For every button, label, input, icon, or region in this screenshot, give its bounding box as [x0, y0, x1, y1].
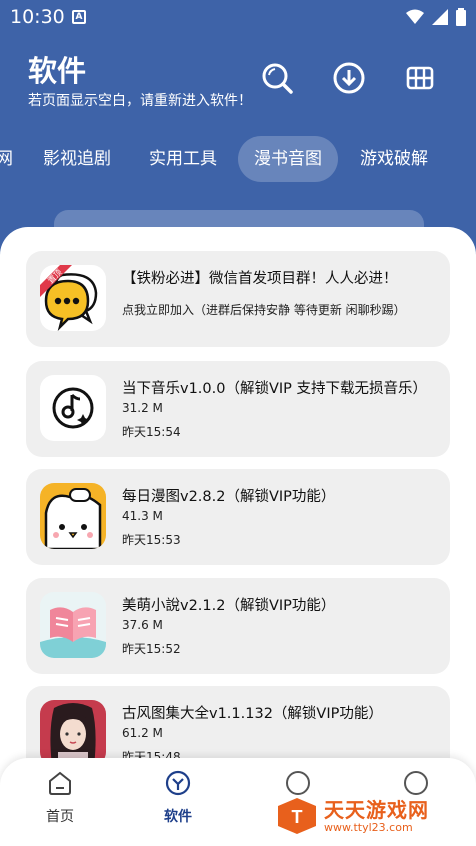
app-card[interactable]: 每日漫图v2.8.2（解锁VIP功能） 41.3 M 昨天15:53 — [26, 469, 450, 565]
app-list-panel: 置顶 【铁粉必进】微信首发项目群！人人必进！ 点我立即加入（进群后保持安静 等待… — [0, 227, 476, 846]
app-date: 昨天15:53 — [122, 533, 181, 547]
chat-app-icon: 置顶 — [40, 265, 106, 331]
grid-icon — [406, 66, 434, 90]
search-icon — [262, 63, 293, 94]
watermark-logo-icon: T — [278, 798, 316, 834]
music-note-icon — [40, 375, 106, 441]
status-bar: 10:30 A — [0, 0, 476, 34]
nav-software[interactable]: 软件 — [138, 770, 218, 826]
open-book-icon — [40, 592, 106, 658]
download-icon — [333, 62, 365, 94]
home-icon — [49, 771, 71, 795]
app-date: 昨天15:54 — [122, 425, 181, 439]
status-time: 10:30 — [10, 6, 65, 28]
app-date: 昨天15:52 — [122, 642, 181, 656]
pinned-group-card[interactable]: 置顶 【铁粉必进】微信首发项目群！人人必进！ 点我立即加入（进群后保持安静 等待… — [26, 251, 450, 347]
wifi-icon — [406, 9, 424, 24]
download-button[interactable] — [329, 58, 369, 98]
app-title: 古风图集大全v1.1.132（解锁VIP功能） — [122, 706, 383, 722]
app-size: 61.2 M — [122, 726, 163, 740]
nav-home-label: 首页 — [46, 809, 74, 825]
pinned-desc: 点我立即加入（进群后保持安静 等待更新 闲聊秒踢） — [122, 303, 406, 317]
a-notification-icon: A — [72, 10, 86, 24]
app-title: 美萌小說v2.1.2（解锁VIP功能） — [122, 598, 336, 614]
nav-icon-4 — [404, 771, 428, 795]
battery-icon — [456, 8, 466, 26]
search-button[interactable] — [257, 58, 297, 98]
svg-text:T: T — [292, 807, 303, 827]
app-header: 软件 若页面显示空白，请重新进入软件！ — [0, 34, 476, 134]
tab-partial[interactable]: 网 — [0, 136, 13, 182]
app-size: 37.6 M — [122, 618, 163, 632]
app-card[interactable]: 美萌小說v2.1.2（解锁VIP功能） 37.6 M 昨天15:52 — [26, 578, 450, 674]
manga-face-icon — [40, 483, 106, 549]
watermark-title: 天天游戏网 — [324, 798, 429, 822]
cube-icon — [165, 770, 191, 796]
grid-menu-button[interactable] — [400, 58, 440, 98]
app-title: 每日漫图v2.8.2（解锁VIP功能） — [122, 489, 336, 505]
app-card[interactable]: 当下音乐v1.0.0（解锁VIP 支持下载无损音乐） 31.2 M 昨天15:5… — [26, 361, 450, 457]
signal-icon — [432, 9, 448, 25]
tab-tools[interactable]: 实用工具 — [149, 136, 217, 182]
nav-home[interactable]: 首页 — [20, 770, 100, 826]
pinned-title: 【铁粉必进】微信首发项目群！人人必进！ — [122, 271, 398, 287]
portrait-icon — [40, 700, 106, 766]
app-title: 当下音乐v1.0.0（解锁VIP 支持下载无损音乐） — [122, 381, 428, 397]
page-subtitle: 若页面显示空白，请重新进入软件！ — [28, 93, 252, 109]
watermark-url: www.ttyl23.com — [324, 821, 413, 834]
page-title: 软件 — [28, 54, 87, 88]
nav-icon-3 — [286, 771, 310, 795]
app-size: 31.2 M — [122, 401, 163, 415]
tab-comics-audio[interactable]: 漫书音图 — [238, 136, 338, 182]
app-size: 41.3 M — [122, 509, 163, 523]
watermark: T 天天游戏网 www.ttyl23.com — [276, 794, 466, 838]
tab-movies[interactable]: 影视追剧 — [43, 136, 111, 182]
category-tabs: 网 影视追剧 实用工具 漫书音图 游戏破解 — [0, 136, 476, 184]
nav-software-label: 软件 — [164, 809, 192, 825]
tab-game-cracks[interactable]: 游戏破解 — [360, 136, 428, 182]
